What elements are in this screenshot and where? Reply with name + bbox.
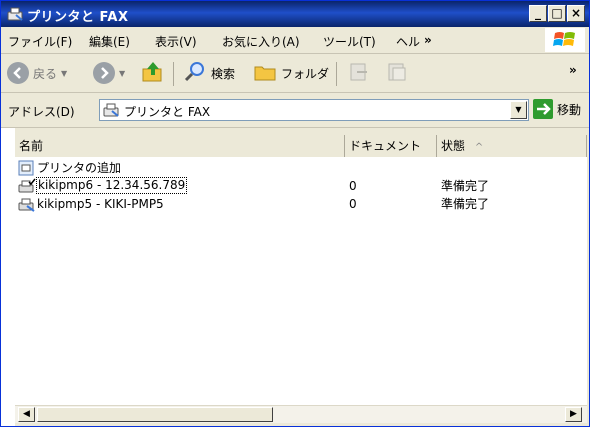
- address-dropdown-icon[interactable]: ▼: [510, 101, 527, 119]
- printer-folder-icon: [7, 6, 23, 22]
- horizontal-scrollbar[interactable]: ◀ ▶: [15, 405, 587, 423]
- address-input[interactable]: プリンタと FAX ▼: [99, 99, 529, 121]
- column-header-status-label: 状態: [441, 139, 466, 153]
- forward-button[interactable]: ▼: [93, 60, 125, 86]
- search-icon: [183, 60, 207, 87]
- back-arrow-icon: [7, 62, 29, 84]
- column-header-name[interactable]: 名前: [15, 135, 345, 157]
- back-dropdown-icon[interactable]: ▼: [61, 69, 67, 78]
- item-status: 準備完了: [441, 179, 490, 193]
- go-label: 移動: [557, 102, 582, 117]
- item-documents: 0: [349, 179, 357, 193]
- minimize-button[interactable]: _: [529, 5, 547, 22]
- item-name: kikipmp6 - 12.34.56.789: [36, 177, 188, 194]
- menu-view[interactable]: 表示(V): [155, 33, 197, 50]
- copy-to-button[interactable]: [385, 60, 409, 86]
- address-value: プリンタと FAX: [124, 105, 211, 119]
- item-name: プリンタの追加: [37, 161, 122, 175]
- scroll-left-arrow-icon[interactable]: ◀: [18, 407, 35, 422]
- window: プリンタと FAX _ □ × ファイル(F) 編集(E) 表示(V) お気に入…: [0, 0, 590, 427]
- copy-to-icon: [385, 60, 409, 87]
- maximize-button[interactable]: □: [548, 5, 566, 22]
- up-folder-button[interactable]: [141, 60, 165, 86]
- scroll-right-arrow-icon[interactable]: ▶: [565, 407, 582, 422]
- menu-tools[interactable]: ツール(T): [323, 33, 376, 50]
- menu-edit[interactable]: 編集(E): [89, 33, 130, 50]
- sort-ascending-icon: ^: [474, 142, 484, 153]
- item-status: 準備完了: [441, 197, 490, 211]
- menu-help[interactable]: ヘル: [396, 33, 420, 50]
- title-bar[interactable]: プリンタと FAX _ □ ×: [1, 1, 589, 27]
- toolbar-overflow-chevron-icon[interactable]: »: [569, 63, 577, 77]
- back-button[interactable]: 戻る ▼: [7, 60, 67, 86]
- list-item[interactable]: kikipmp5 - KIKI-PMP5 0 準備完了: [15, 195, 587, 213]
- column-header-status[interactable]: 状態 ^: [437, 135, 587, 157]
- menu-bar: ファイル(F) 編集(E) 表示(V) お気に入り(A) ツール(T) ヘル »: [1, 27, 589, 54]
- list-item[interactable]: kikipmp6 - 12.34.56.789 0 準備完了: [15, 177, 587, 195]
- printer-list: プリンタの追加 kikipmp6 - 12.34.56.789 0 準備完了 k…: [15, 157, 587, 405]
- move-to-button[interactable]: [347, 60, 371, 86]
- printer-icon: [18, 196, 36, 217]
- list-header: 名前 ドキュメント 状態 ^: [15, 135, 587, 158]
- forward-arrow-icon: [93, 62, 115, 84]
- menu-overflow-chevron-icon[interactable]: »: [424, 33, 432, 47]
- windows-logo-icon: [545, 28, 585, 52]
- item-name: kikipmp5 - KIKI-PMP5: [37, 197, 164, 211]
- folders-button[interactable]: フォルダ: [253, 60, 329, 86]
- address-bar: アドレス(D) プリンタと FAX ▼ 移動: [1, 93, 589, 128]
- up-folder-icon: [141, 60, 165, 87]
- forward-dropdown-icon[interactable]: ▼: [119, 69, 125, 78]
- go-arrow-icon: [533, 99, 553, 119]
- menu-favorites[interactable]: お気に入り(A): [222, 33, 300, 50]
- search-label: 検索: [211, 66, 236, 81]
- item-documents: 0: [349, 197, 357, 211]
- folders-icon: [253, 60, 277, 87]
- printer-folder-icon: [103, 102, 119, 121]
- go-button[interactable]: 移動: [533, 99, 581, 119]
- move-to-icon: [347, 60, 371, 87]
- list-item[interactable]: プリンタの追加: [15, 159, 587, 177]
- address-label: アドレス(D): [8, 105, 75, 119]
- column-header-documents[interactable]: ドキュメント: [345, 135, 437, 157]
- folders-label: フォルダ: [281, 66, 330, 81]
- scrollbar-thumb[interactable]: [37, 407, 273, 422]
- toolbar-separator: [336, 62, 337, 86]
- window-title: プリンタと FAX: [27, 10, 129, 25]
- content-left-margin: [1, 128, 15, 426]
- menu-file[interactable]: ファイル(F): [8, 33, 72, 50]
- toolbar-separator: [173, 62, 174, 86]
- close-button[interactable]: ×: [567, 5, 585, 22]
- back-label: 戻る: [33, 66, 58, 81]
- toolbar: 戻る ▼ ▼ 検索 フォルダ »: [1, 54, 589, 93]
- search-button[interactable]: 検索: [183, 60, 235, 86]
